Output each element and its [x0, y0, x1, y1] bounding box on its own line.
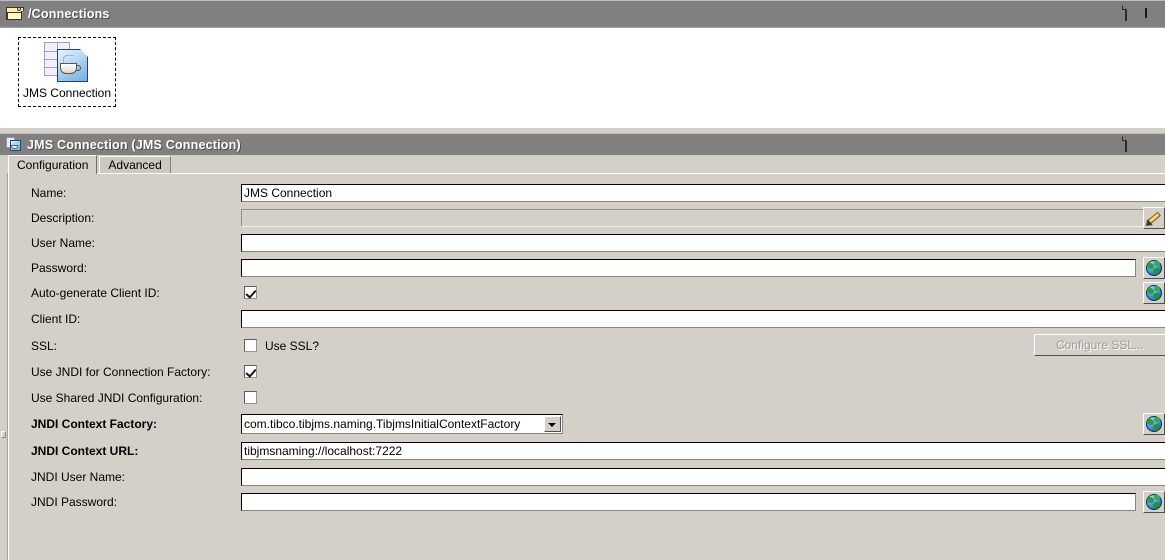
properties-panel-title: JMS Connection (JMS Connection)	[27, 137, 241, 152]
label-name: Name:	[31, 186, 67, 200]
input-jndi-context-url[interactable]: tibjmsnaming://localhost:7222	[241, 442, 1165, 460]
label-jndi-context-factory: JNDI Context Factory:	[31, 417, 158, 431]
canvas-page-icon[interactable]	[1125, 5, 1141, 22]
label-password: Password:	[31, 261, 88, 275]
properties-page-icon[interactable]	[1125, 135, 1141, 153]
checkbox-auto-generate-client-id[interactable]	[244, 286, 257, 299]
tab-advanced[interactable]: Advanced	[99, 156, 171, 174]
properties-minimize-icon[interactable]	[1145, 137, 1161, 153]
auto-generate-client-id-global-var-button[interactable]	[1143, 282, 1165, 304]
input-user-name[interactable]	[241, 234, 1165, 252]
pencil-icon	[1146, 210, 1162, 226]
configuration-form: Name: JMS Connection Description: User N…	[8, 173, 1165, 560]
description-edit-button[interactable]	[1143, 207, 1165, 229]
checkbox-use-ssl[interactable]	[244, 339, 257, 352]
form-row-jndi-context-url: JNDI Context URL: tibjmsnaming://localho…	[9, 440, 1165, 465]
checkbox-use-shared-jndi-configuration[interactable]	[244, 391, 257, 404]
canvas-panel-title: /Connections	[28, 7, 110, 21]
form-row-jndi-password: JNDI Password:	[9, 491, 1165, 516]
form-row-ssl: SSL: Use SSL? Configure SSL...	[9, 334, 1165, 360]
label-jndi-user-name: JNDI User Name:	[31, 470, 126, 484]
form-row-use-jndi-for-connection-factory: Use JNDI for Connection Factory:	[9, 361, 1165, 386]
globe-icon	[1146, 285, 1162, 301]
label-use-jndi-for-connection-factory: Use JNDI for Connection Factory:	[31, 365, 211, 379]
input-jndi-password[interactable]	[241, 493, 1136, 511]
jndi-password-global-var-button[interactable]	[1143, 491, 1165, 513]
label-user-name: User Name:	[31, 236, 96, 250]
properties-panel: JMS Connection (JMS Connection) Configur…	[0, 133, 1165, 560]
form-row-description: Description:	[9, 207, 1165, 232]
design-canvas[interactable]: JMS Connection	[0, 27, 1165, 128]
canvas-node-label: JMS Connection	[22, 86, 112, 100]
form-row-auto-generate-client-id: Auto-generate Client ID:	[9, 282, 1165, 307]
properties-panel-title-bar: JMS Connection (JMS Connection)	[0, 133, 1165, 155]
jndi-context-factory-global-var-button[interactable]	[1143, 413, 1165, 435]
canvas-node-jms-connection[interactable]: JMS Connection	[18, 37, 116, 107]
checkbox-use-ssl-label: Use SSL?	[265, 339, 320, 353]
jms-connection-icon	[44, 42, 90, 84]
label-description: Description:	[31, 211, 95, 225]
tab-advanced-label: Advanced	[108, 158, 162, 172]
globe-icon	[1146, 260, 1162, 276]
form-row-password: Password:	[9, 257, 1165, 282]
globe-icon	[1146, 416, 1162, 432]
input-client-id[interactable]	[241, 310, 1165, 328]
configure-ssl-button[interactable]: Configure SSL...	[1034, 334, 1165, 356]
label-jndi-context-url: JNDI Context URL:	[31, 444, 139, 458]
form-row-client-id: Client ID:	[9, 308, 1165, 333]
jms-connection-small-icon	[6, 137, 22, 152]
chevron-down-icon[interactable]	[544, 416, 561, 432]
tab-configuration[interactable]: Configuration	[8, 155, 98, 174]
input-jndi-user-name[interactable]	[241, 468, 1165, 486]
combo-jndi-context-factory[interactable]: com.tibco.tibjms.naming.TibjmsInitialCon…	[241, 414, 563, 434]
label-auto-generate-client-id: Auto-generate Client ID:	[31, 286, 160, 300]
input-description[interactable]	[241, 209, 1146, 227]
canvas-maximize-icon[interactable]	[1144, 5, 1161, 22]
label-use-shared-jndi-configuration: Use Shared JNDI Configuration:	[31, 391, 203, 405]
label-jndi-password: JNDI Password:	[31, 495, 118, 509]
form-row-use-shared-jndi-configuration: Use Shared JNDI Configuration:	[9, 387, 1165, 412]
combo-jndi-context-factory-value: com.tibco.tibjms.naming.TibjmsInitialCon…	[244, 417, 521, 431]
panel-splitter[interactable]	[0, 173, 8, 560]
folder-icon	[6, 7, 24, 21]
form-row-name: Name: JMS Connection	[9, 182, 1165, 207]
tab-strip: Configuration Advanced	[8, 155, 171, 174]
globe-icon	[1146, 494, 1162, 510]
label-client-id: Client ID:	[31, 312, 81, 326]
application-window: /Connections JMS Connection JMS Connecti…	[0, 0, 1165, 560]
canvas-panel-title-bar: /Connections	[0, 0, 1165, 27]
form-row-jndi-user-name: JNDI User Name:	[9, 466, 1165, 491]
password-global-var-button[interactable]	[1143, 257, 1165, 279]
input-password[interactable]	[241, 259, 1136, 277]
label-ssl: SSL:	[31, 339, 58, 353]
input-name[interactable]: JMS Connection	[241, 184, 1165, 202]
tab-configuration-label: Configuration	[17, 158, 89, 172]
checkbox-use-jndi-for-connection-factory[interactable]	[244, 365, 257, 378]
form-row-user-name: User Name:	[9, 232, 1165, 257]
splitter-grip[interactable]	[1, 431, 6, 438]
form-row-jndi-context-factory: JNDI Context Factory: com.tibco.tibjms.n…	[9, 413, 1165, 438]
